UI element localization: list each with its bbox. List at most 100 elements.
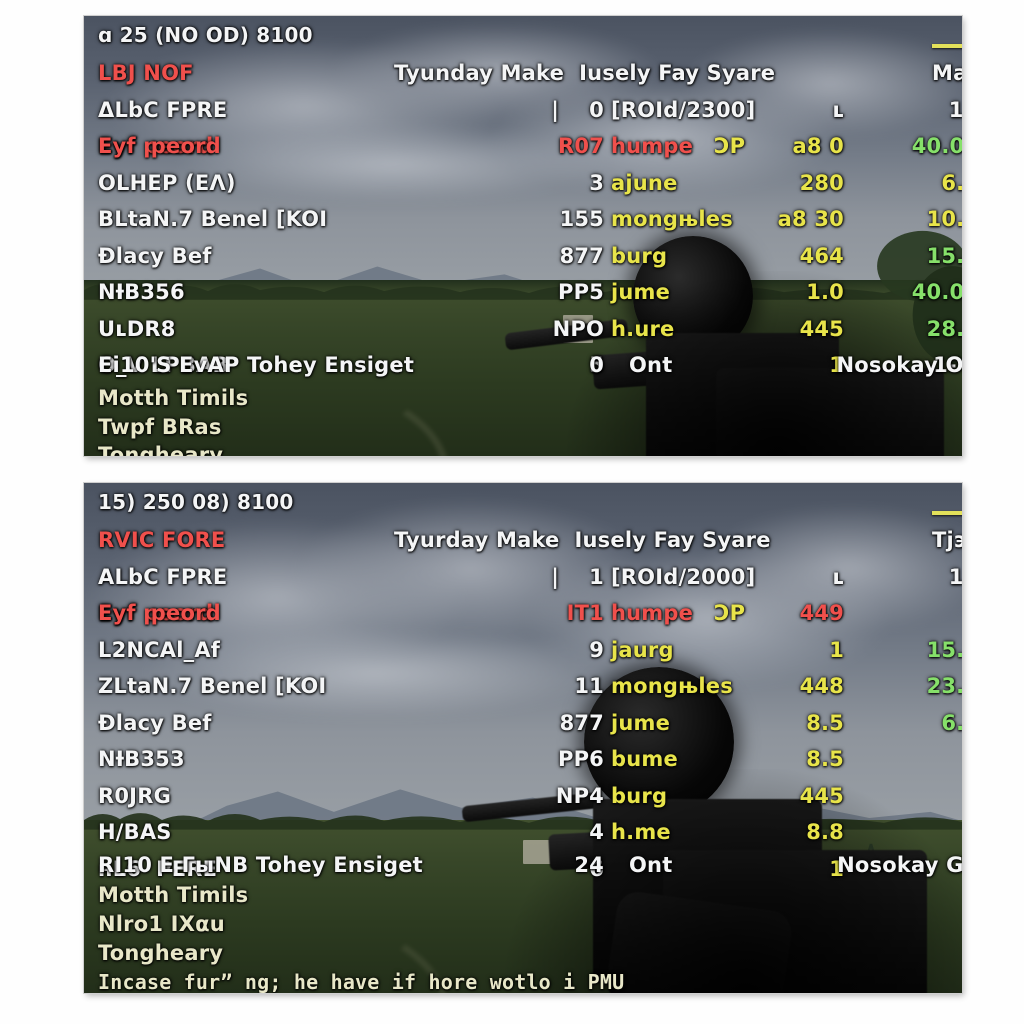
row-iusely: burg (611, 783, 668, 808)
row-label: OLHEP (EΛ) (98, 170, 236, 195)
row-fay: 449 (799, 601, 844, 625)
note-line: Nlro1 IⅩαu (98, 912, 225, 936)
row-iusely: mongњles (611, 674, 733, 698)
row-label: Eyf peord (98, 601, 221, 625)
row-make: PP6 (558, 747, 604, 771)
row-make: 9 (589, 637, 604, 662)
row-label: NƗB353 (98, 747, 185, 771)
row-iusely: mongњles (611, 207, 733, 231)
footer-count: 0 (589, 353, 604, 377)
row-fay: 1 (829, 637, 844, 662)
row-fay: 464 (799, 243, 844, 268)
row-iusely: h.ure (611, 316, 675, 341)
row-label: Ɖlacy Bef (98, 710, 212, 735)
row-make: R07 (558, 134, 604, 158)
footer-right: Nosokay Ond (836, 353, 962, 377)
row-value: 40.006 (911, 134, 962, 158)
row-label: UʟDR8 (98, 316, 176, 341)
row-fay: 8.5 (806, 710, 844, 735)
row-make: 3 (589, 170, 604, 195)
row-label: H/BAS (98, 820, 172, 844)
column-header-line: Tyunday Make Iusely Fay Syare (394, 61, 776, 85)
row-label: Ɖlacy Bef (98, 243, 212, 268)
row-iusely: humpe (611, 601, 694, 625)
row-value: 15.05 (926, 243, 962, 268)
subheader-make: | 1 (551, 565, 604, 589)
row-label: NƗB356 (98, 280, 185, 304)
row-make: NPO (552, 316, 604, 341)
screenshot-root: ɑ 25 (NO OD) 8100 LBJ NOF ΔLbC FPRE Eyf … (0, 0, 1024, 1024)
row-tag: ƆP (714, 601, 746, 625)
note-line: Tongheary (98, 443, 224, 456)
subheader-mash: 1. 1 (948, 98, 962, 122)
row-make: 877 (559, 710, 604, 735)
row-fay: 8.5 (806, 747, 844, 771)
row-fay: а8 30 (777, 207, 844, 231)
row-fay: 445 (799, 783, 844, 808)
row-iusely: jume (611, 710, 671, 735)
panel-title: RVIC FORE (98, 528, 226, 552)
row-value: 10.27 (926, 207, 962, 231)
row-label: BLtaN.7 Benel [KOI (98, 207, 328, 231)
subheader-iusely: [ROId/2300] (611, 98, 756, 122)
row-label: ZLtaN.7 Benel [KOI (98, 674, 327, 698)
panel-title: LBJ NOF (98, 61, 194, 85)
footer-right: Nosokay Gnd (837, 853, 962, 877)
row-value: 6.19 (941, 170, 962, 195)
footer-mid: Ont (629, 353, 673, 377)
row-fay: а8 0 (792, 134, 844, 158)
row-value: 40.006 (911, 280, 962, 304)
row-fay: 445 (799, 316, 844, 341)
note-line: Twpf BRas (98, 415, 222, 439)
subheader-make: | 0 (551, 98, 604, 122)
row-iusely: humpe (611, 134, 694, 158)
row-label: Eyf peord (98, 134, 221, 158)
game-frame-top: ɑ 25 (NO OD) 8100 LBJ NOF ΔLbC FPRE Eyf … (84, 16, 962, 456)
note-line: Motth Timils (98, 883, 249, 907)
note-line: Motth Timils (98, 386, 249, 410)
row-value: 15.85 (926, 637, 962, 662)
header-rule (932, 511, 962, 515)
row-fay: 448 (799, 674, 844, 698)
row-fay: 1.0 (806, 280, 844, 304)
column-header-line: Tyurday Make Iusely Fay Syare (394, 528, 771, 552)
footer-line: Ei10'S EᴠAP Tohey Ensiget (98, 353, 415, 377)
rule-column-label: Tjэсн (932, 528, 962, 552)
rule-column-label: Masн (932, 61, 962, 85)
status-line: ɑ 25 (NO OD) 8100 (98, 23, 313, 47)
caption-line: Incase fur” ng; he have if hore wotlo i … (98, 970, 625, 993)
row-iusely: bume (611, 747, 678, 771)
footer-count: 24 (574, 853, 604, 877)
row-make: PP5 (558, 280, 604, 304)
row-make: 155 (559, 207, 604, 231)
subheader-iusely: [ROId/2000] (611, 565, 756, 589)
game-frame-bottom: 15) 250 08) 8100 RVIC FORE ALbC FPRE Eyf… (84, 483, 962, 993)
subheader-mash: 1. 1 (948, 565, 962, 589)
row-fay: 8.8 (806, 820, 844, 844)
hud-overlay-top: ɑ 25 (NO OD) 8100 LBJ NOF ΔLbC FPRE Eyf … (84, 16, 962, 456)
row-tag: ƆP (714, 134, 746, 158)
row-make: 877 (559, 243, 604, 268)
row-value: 28.69 (926, 316, 962, 341)
row-iusely: h.me (611, 820, 671, 844)
row-value: 6.25 (941, 710, 962, 735)
row-fay: 280 (799, 170, 844, 195)
footer-line: RI10 E ГыNB Tohey Ensiget (98, 853, 423, 877)
row-iusely: jaurg (611, 637, 674, 662)
row-iusely: burg (611, 243, 668, 268)
panel-subtitle: ALbC FPRE (98, 565, 228, 589)
row-make: NP4 (555, 783, 604, 808)
status-line: 15) 250 08) 8100 (98, 490, 294, 514)
row-make: IT1 (566, 601, 604, 625)
row-make: 11 (574, 674, 604, 698)
row-iusely: jume (611, 280, 671, 304)
subheader-fay: ʟ (832, 565, 844, 589)
hud-overlay-bottom: 15) 250 08) 8100 RVIC FORE ALbC FPRE Eyf… (84, 483, 962, 993)
note-line: Tongheary (98, 941, 224, 965)
subheader-fay: ʟ (832, 98, 844, 122)
row-make: 4 (589, 820, 604, 844)
row-label: R0JRG (98, 783, 172, 808)
panel-subtitle: ΔLbC FPRE (98, 98, 228, 122)
row-value: 23.25 (926, 674, 962, 698)
row-label: L2NCAl_Af (98, 637, 221, 662)
